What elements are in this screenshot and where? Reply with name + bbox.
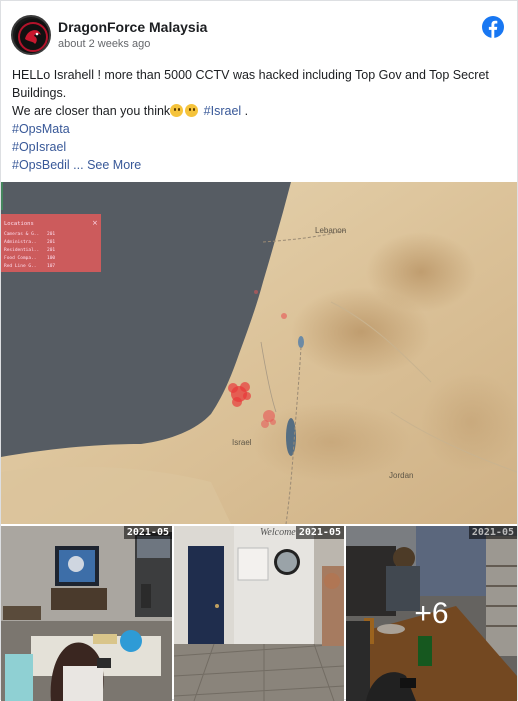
cctv-photo-3[interactable]: 2021-05 +6 — [346, 526, 517, 701]
post-header: DragonForce Malaysia about 2 weeks ago — [1, 1, 517, 59]
panel-title: Locations — [4, 221, 34, 227]
map-label-lebanon: Lebanon — [315, 226, 346, 235]
cctv-photo-2[interactable]: Welcome 2021-05 — [174, 526, 344, 701]
page-avatar[interactable] — [11, 15, 51, 55]
panel-row-count: 107 — [47, 263, 55, 269]
photo-timestamp: 2021-05 — [123, 526, 172, 539]
panel-close-icon[interactable]: × — [92, 219, 98, 227]
facebook-post-card: DragonForce Malaysia about 2 weeks ago H… — [0, 0, 518, 701]
panel-row-count: 201 — [47, 239, 55, 245]
map-label-israel: Israel — [232, 438, 252, 447]
map-label-jordan: Jordan — [389, 471, 413, 480]
panel-row-name: Cameras & G.. — [4, 231, 39, 237]
post-text-line-2-text: We are closer than you think — [12, 104, 171, 118]
panel-row-count: 100 — [47, 255, 55, 261]
hashtag-opisrael[interactable]: #OpIsrael — [12, 138, 507, 156]
cctv-map-image[interactable]: Lebanon Israel Jordan Locations × Camera… — [1, 182, 517, 524]
post-text-line-2: We are closer than you think #Israel . — [12, 102, 507, 120]
welcome-sign-text: Welcome — [260, 527, 296, 538]
more-photos-count: +6 — [414, 596, 449, 630]
hashtag-opsbedil[interactable]: #OpsBedil — [12, 158, 70, 172]
panel-row-count: 201 — [47, 231, 55, 237]
panel-row-name: Administra.. — [4, 239, 37, 245]
hallway-photo: Welcome — [174, 526, 344, 701]
hashtag-opsmata[interactable]: #OpsMata — [12, 120, 507, 138]
worried-face-emoji-icon — [185, 104, 199, 117]
map-graphic: Lebanon Israel Jordan Locations × Camera… — [1, 182, 517, 524]
cctv-photo-1[interactable]: 2021-05 — [1, 526, 172, 701]
photo-timestamp: 2021-05 — [295, 526, 344, 539]
panel-row-name: Red Line G.. — [4, 263, 37, 269]
worried-face-emoji-icon — [170, 104, 184, 117]
post-timestamp[interactable]: about 2 weeks ago — [58, 38, 150, 50]
dragon-logo-icon — [15, 19, 49, 53]
living-room-photo — [1, 526, 172, 701]
hashtag-israel[interactable]: #Israel — [204, 104, 242, 118]
facebook-icon[interactable] — [482, 16, 504, 38]
panel-row-name: Food Compa.. — [4, 255, 37, 261]
post-text-line-2-end: . — [241, 104, 249, 118]
post-body: HELLo Israhell ! more than 5000 CCTV was… — [12, 66, 507, 174]
page-name[interactable]: DragonForce Malaysia — [58, 19, 207, 35]
more-photos-overlay[interactable]: +6 — [346, 526, 517, 701]
post-text-line-1: HELLo Israhell ! more than 5000 CCTV was… — [12, 68, 489, 100]
panel-row-name: Residential.. — [4, 247, 39, 253]
see-more-link[interactable]: ... See More — [73, 158, 141, 172]
panel-row-count: 201 — [47, 247, 55, 253]
map-locations-panel[interactable]: Locations × Cameras & G.. 201 Administra… — [1, 214, 101, 272]
